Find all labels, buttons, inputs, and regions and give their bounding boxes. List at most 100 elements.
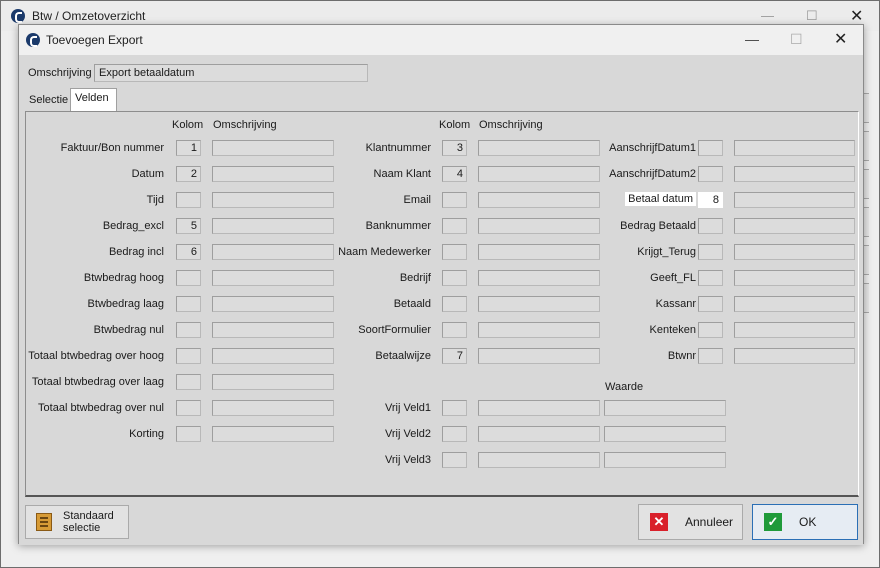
kolom-input[interactable]: 6 [176, 244, 201, 260]
document-icon [36, 513, 52, 531]
kolom-input[interactable]: 5 [176, 218, 201, 234]
omschrijving-input[interactable] [212, 140, 334, 156]
omschrijving-input[interactable] [212, 218, 334, 234]
kolom-input[interactable] [442, 400, 467, 416]
main-window-title: Btw / Omzetoverzicht [32, 9, 146, 23]
field-label: Totaal btwbedrag over laag [31, 376, 164, 388]
kolom-input[interactable] [442, 270, 467, 286]
kolom-input[interactable]: 2 [176, 166, 201, 182]
omschrijving-input[interactable] [478, 400, 600, 416]
kolom-input[interactable] [698, 218, 723, 234]
field-label: Totaal btwbedrag over hoog [28, 350, 164, 362]
app-logo-icon [11, 9, 25, 23]
field-label: Datum [131, 168, 164, 180]
minimize-icon[interactable]: — [745, 31, 759, 47]
kolom-input[interactable]: 4 [442, 166, 467, 182]
standaard-selectie-button[interactable]: Standaard selectie [25, 505, 129, 539]
omschrijving-input[interactable] [734, 192, 855, 208]
kolom-input[interactable] [176, 400, 201, 416]
omschrijving-input[interactable] [734, 218, 855, 234]
kolom-input[interactable] [442, 218, 467, 234]
kolom-input[interactable] [176, 322, 201, 338]
omschrijving-input[interactable] [478, 452, 600, 468]
omschrijving-input[interactable] [212, 192, 334, 208]
dialog-title: Toevoegen Export [46, 33, 143, 47]
omschrijving-input[interactable] [212, 426, 334, 442]
kolom-header: Kolom [172, 119, 204, 131]
kolom-input[interactable] [442, 244, 467, 260]
standaard-label: Standaard [63, 510, 114, 522]
kolom-input[interactable] [176, 374, 201, 390]
field-label: Tijd [146, 194, 164, 206]
omschrijving-input[interactable] [734, 322, 855, 338]
tab-velden[interactable]: Velden [70, 88, 117, 112]
omschrijving-input[interactable] [478, 166, 600, 182]
omschrijving-input[interactable] [478, 192, 600, 208]
kolom-input[interactable] [698, 244, 723, 260]
kolom-input[interactable] [176, 192, 201, 208]
omschrijving-input[interactable] [478, 348, 600, 364]
waarde-input[interactable] [604, 400, 726, 416]
kolom-input[interactable] [176, 270, 201, 286]
kolom-input[interactable] [698, 322, 723, 338]
kolom-input[interactable]: 3 [442, 140, 467, 156]
field-label: Naam Medewerker [338, 246, 431, 258]
kolom-input[interactable] [176, 426, 201, 442]
omschrijving-input[interactable] [212, 166, 334, 182]
omschrijving-input[interactable] [478, 296, 600, 312]
omschrijving-input[interactable] [734, 244, 855, 260]
dialog-body: Omschrijving Export betaaldatum Selectie… [19, 55, 863, 545]
omschrijving-input[interactable] [478, 140, 600, 156]
close-icon[interactable]: ✕ [850, 6, 863, 26]
kolom-input[interactable]: 7 [442, 348, 467, 364]
omschrijving-input[interactable] [478, 270, 600, 286]
annuleer-button[interactable]: ✕ Annuleer [638, 504, 743, 540]
kolom-input[interactable] [176, 348, 201, 364]
omschrijving-input[interactable]: Export betaaldatum [94, 64, 368, 82]
omschrijving-input[interactable] [478, 426, 600, 442]
kolom-input[interactable] [698, 348, 723, 364]
vrij-veld-label: Vrij Veld3 [384, 454, 431, 466]
omschrijving-input[interactable] [478, 218, 600, 234]
tab-selectie[interactable]: Selectie [25, 91, 72, 109]
omschrijving-input[interactable] [212, 400, 334, 416]
omschrijving-input[interactable] [734, 296, 855, 312]
kolom-input[interactable] [698, 166, 723, 182]
omschrijving-input[interactable] [212, 296, 334, 312]
omschrijving-input[interactable] [478, 244, 600, 260]
kolom-input[interactable] [442, 296, 467, 312]
omschrijving-input[interactable] [212, 270, 334, 286]
maximize-icon[interactable]: ☐ [806, 8, 818, 24]
minimize-icon[interactable]: — [761, 8, 774, 23]
kolom-input[interactable] [176, 296, 201, 312]
kolom-input[interactable]: 1 [176, 140, 201, 156]
kolom-input[interactable] [698, 296, 723, 312]
waarde-input[interactable] [604, 452, 726, 468]
ok-button[interactable]: ✓ OK [752, 504, 858, 540]
kolom-input[interactable] [442, 452, 467, 468]
kolom-input[interactable] [698, 270, 723, 286]
kolom-input[interactable]: 8 [698, 192, 723, 208]
omschrijving-input[interactable] [734, 140, 855, 156]
omschrijving-input[interactable] [734, 270, 855, 286]
field-label: Btwbedrag hoog [83, 272, 164, 284]
field-label: Banknummer [365, 220, 431, 232]
kolom-input[interactable] [442, 426, 467, 442]
waarde-input[interactable] [604, 426, 726, 442]
close-icon[interactable]: ✕ [834, 29, 847, 49]
kolom-input[interactable] [698, 140, 723, 156]
omschrijving-input[interactable] [734, 166, 855, 182]
omschrijving-input[interactable] [734, 348, 855, 364]
kolom-input[interactable] [442, 322, 467, 338]
omschrijving-input[interactable] [212, 244, 334, 260]
field-label: Bedrag Betaald [620, 220, 696, 232]
omschrijving-input[interactable] [212, 374, 334, 390]
dialog-titlebar: Toevoegen Export — ☐ ✕ [19, 25, 863, 55]
maximize-icon[interactable]: ☐ [790, 31, 803, 48]
kolom-input[interactable] [442, 192, 467, 208]
omschrijving-label: Omschrijving [28, 67, 92, 79]
field-label: Betaald [393, 298, 431, 310]
omschrijving-input[interactable] [212, 322, 334, 338]
omschrijving-input[interactable] [478, 322, 600, 338]
omschrijving-input[interactable] [212, 348, 334, 364]
